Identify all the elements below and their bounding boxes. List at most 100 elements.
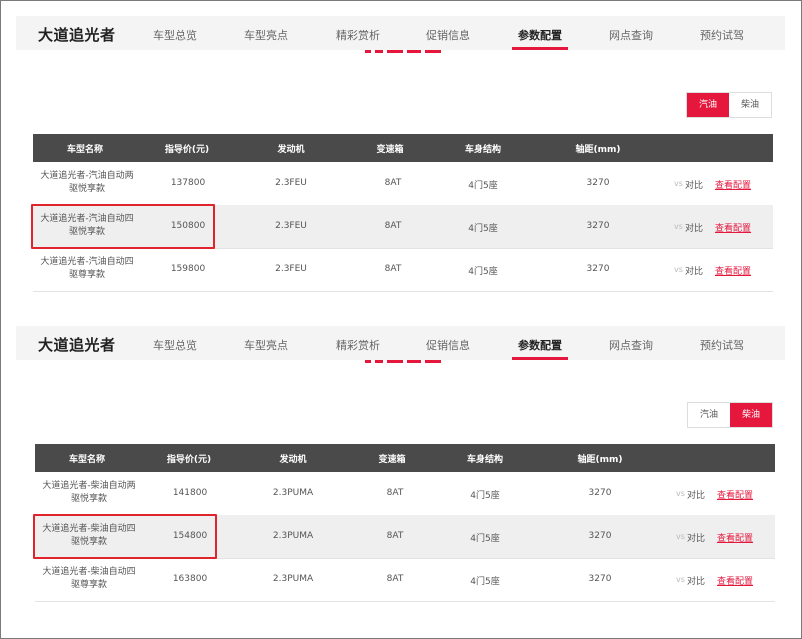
compare-link[interactable]: 对比	[685, 178, 703, 191]
nav-item[interactable]: 精彩赏析	[336, 27, 380, 43]
gearbox-cell: 8AT	[386, 574, 404, 584]
table-header: 车型名称 指导价(元) 发动机 变速箱 车身结构 轴距(mm)	[33, 134, 773, 162]
gearbox-cell: 8AT	[384, 221, 402, 231]
nav-item[interactable]: 网点查询	[609, 27, 653, 43]
table-row: 大道追光者-汽油自动两 驱悦享款 137800 2.3FEU 8AT 4门5座 3270 vs…	[33, 162, 773, 206]
column-header: 发动机	[277, 145, 305, 155]
vs-label: vs	[676, 532, 685, 541]
wheelbase-cell: 3270	[586, 178, 610, 188]
model-name-line: 大道追光者-柴油自动两	[42, 481, 136, 491]
body-cell: 4门5座	[470, 534, 500, 544]
nav-item[interactable]: 车型总览	[153, 337, 197, 353]
title-fragment-stroke	[375, 360, 383, 363]
fuel-option-gasoline[interactable]: 汽油	[687, 93, 729, 117]
title-fragment-stroke	[407, 50, 421, 53]
table-row: 大道追光者-柴油自动四 驱悦享款 154800 2.3PUMA 8AT 4门5座 3270 v…	[33, 514, 775, 559]
gearbox-cell: 8AT	[384, 178, 402, 188]
view-config-link[interactable]: 查看配置	[715, 264, 751, 277]
fuel-option-diesel[interactable]: 柴油	[729, 93, 771, 117]
title-fragment-stroke	[387, 360, 403, 363]
table-header: 车型名称 指导价(元) 发动机 变速箱 车身结构 轴距(mm)	[35, 444, 775, 472]
model-name: 大道追光者-汽油自动四 驱尊享款	[37, 256, 137, 282]
config-panel: 大道追光者 车型总览 车型亮点 精彩赏析 促销信息 参数配置 网点查询 预约试驾 汽油 柴油 车型名…	[0, 16, 802, 316]
vs-label: vs	[676, 575, 685, 584]
fuel-option-gasoline[interactable]: 汽油	[688, 403, 730, 427]
nav-item[interactable]: 车型亮点	[244, 337, 288, 353]
column-header: 轴距(mm)	[575, 145, 621, 155]
view-config-link[interactable]: 查看配置	[715, 178, 751, 191]
compare-link[interactable]: 对比	[685, 264, 703, 277]
wheelbase-cell: 3270	[586, 221, 610, 231]
price-cell: 141800	[172, 488, 208, 498]
column-header: 指导价(元)	[164, 145, 210, 155]
nav-item[interactable]: 预约试驾	[700, 27, 744, 43]
engine-cell: 2.3FEU	[275, 178, 307, 188]
highlight-box	[31, 204, 215, 249]
highlight-box	[33, 514, 217, 559]
column-header: 变速箱	[378, 455, 406, 465]
nav-item[interactable]: 网点查询	[609, 337, 653, 353]
wheelbase-cell: 3270	[588, 488, 612, 498]
top-navbar: 大道追光者 车型总览 车型亮点 精彩赏析 促销信息 参数配置 网点查询 预约试驾	[16, 326, 785, 360]
fuel-type-toggle: 汽油 柴油	[687, 402, 773, 428]
nav-item[interactable]: 促销信息	[426, 27, 470, 43]
compare-link[interactable]: 对比	[687, 488, 705, 501]
fuel-type-toggle: 汽油 柴油	[686, 92, 772, 118]
nav-item[interactable]: 参数配置	[518, 337, 562, 353]
view-config-link[interactable]: 查看配置	[715, 221, 751, 234]
nav-item[interactable]: 车型亮点	[244, 27, 288, 43]
compare-link[interactable]: 对比	[687, 531, 705, 544]
brand-logo-text[interactable]: 大道追光者	[38, 24, 116, 45]
model-name: 大道追光者-汽油自动两 驱悦享款	[37, 170, 137, 196]
model-name-line: 大道追光者-汽油自动两	[40, 171, 134, 181]
config-panel: 大道追光者 车型总览 车型亮点 精彩赏析 促销信息 参数配置 网点查询 预约试驾 汽油 柴油 车型名…	[0, 326, 802, 626]
column-header: 车身结构	[466, 455, 504, 465]
view-config-link[interactable]: 查看配置	[717, 531, 753, 544]
nav-item[interactable]: 预约试驾	[700, 337, 744, 353]
price-cell: 163800	[172, 574, 208, 584]
vs-label: vs	[676, 489, 685, 498]
table-row: 大道追光者-汽油自动四 驱尊享款 159800 2.3FEU 8AT 4门5座 3270 vs…	[33, 248, 773, 292]
compare-link[interactable]: 对比	[687, 574, 705, 587]
model-name-line: 大道追光者-柴油自动四	[42, 567, 136, 577]
gearbox-cell: 8AT	[386, 531, 404, 541]
compare-link[interactable]: 对比	[685, 221, 703, 234]
engine-cell: 2.3FEU	[275, 264, 307, 274]
nav-item[interactable]: 促销信息	[426, 337, 470, 353]
section-title-fragment	[365, 50, 445, 56]
gearbox-cell: 8AT	[386, 488, 404, 498]
body-cell: 4门5座	[468, 224, 498, 234]
column-header: 轴距(mm)	[577, 455, 623, 465]
table-row: 大道追光者-柴油自动两 驱悦享款 141800 2.3PUMA 8AT 4门5座 3270 v…	[35, 472, 775, 516]
wheelbase-cell: 3270	[586, 264, 610, 274]
column-header: 指导价(元)	[166, 455, 212, 465]
gearbox-cell: 8AT	[384, 264, 402, 274]
body-cell: 4门5座	[470, 577, 500, 587]
body-cell: 4门5座	[468, 181, 498, 191]
view-config-link[interactable]: 查看配置	[717, 574, 753, 587]
engine-cell: 2.3PUMA	[272, 574, 314, 584]
table-row: 大道追光者-柴油自动四 驱尊享款 163800 2.3PUMA 8AT 4门5座 3270 v…	[35, 558, 775, 602]
model-name-line: 驱尊享款	[70, 580, 107, 590]
section-title-fragment	[365, 360, 445, 366]
view-config-link[interactable]: 查看配置	[717, 488, 753, 501]
model-name-line: 驱悦享款	[68, 184, 105, 194]
top-navbar: 大道追光者 车型总览 车型亮点 精彩赏析 促销信息 参数配置 网点查询 预约试驾	[16, 16, 785, 50]
spec-table: 车型名称 指导价(元) 发动机 变速箱 车身结构 轴距(mm) 大道追光者-柴油自动两 驱悦享…	[33, 444, 775, 604]
fuel-option-diesel[interactable]: 柴油	[730, 403, 772, 427]
model-name-line: 大道追光者-汽油自动四	[40, 257, 134, 267]
vs-label: vs	[674, 222, 683, 231]
body-cell: 4门5座	[468, 267, 498, 277]
title-fragment-stroke	[387, 50, 403, 53]
brand-logo-text[interactable]: 大道追光者	[38, 334, 116, 355]
nav-item[interactable]: 车型总览	[153, 27, 197, 43]
title-fragment-stroke	[407, 360, 421, 363]
engine-cell: 2.3PUMA	[272, 531, 314, 541]
nav-item[interactable]: 参数配置	[518, 27, 562, 43]
title-fragment-stroke	[425, 50, 441, 53]
nav-item[interactable]: 精彩赏析	[336, 337, 380, 353]
active-tab-underline	[512, 357, 568, 360]
model-name-line: 驱悦享款	[70, 494, 107, 504]
body-cell: 4门5座	[470, 491, 500, 501]
spec-table: 车型名称 指导价(元) 发动机 变速箱 车身结构 轴距(mm) 大道追光者-汽油自动两 驱悦享…	[31, 134, 773, 294]
